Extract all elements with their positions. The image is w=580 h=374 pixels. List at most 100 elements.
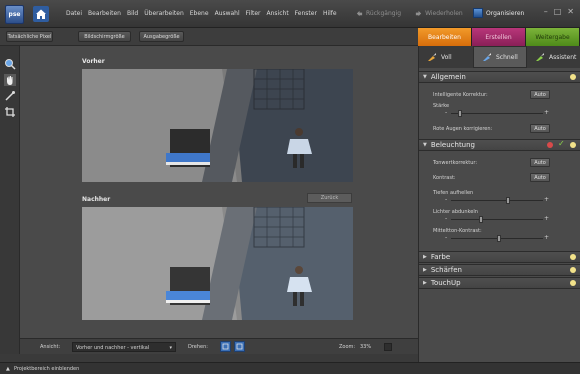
mode-full-label: Voll — [441, 53, 452, 61]
menu-item-bild[interactable]: Bild — [127, 10, 138, 17]
menu-item-ebene[interactable]: Ebene — [190, 10, 209, 17]
brush-icon — [428, 53, 436, 61]
slider-minus-icon: - — [445, 109, 448, 116]
slider-plus-icon: + — [543, 215, 549, 222]
menu-item-fenster[interactable]: Fenster — [295, 10, 317, 17]
chevron-down-icon: ▾ — [169, 345, 172, 351]
smart-fix-auto-button[interactable]: Auto — [530, 90, 550, 99]
restore-icon[interactable]: □ — [554, 7, 562, 16]
before-label: Vorher — [82, 58, 105, 65]
quick-fix-icon — [483, 53, 491, 61]
minimize-icon[interactable]: – — [544, 7, 548, 16]
status-bar: ▲ Projektbereich einblenden — [0, 362, 580, 374]
section-lighting-title: Beleuchtung — [430, 141, 476, 149]
toolbox — [0, 46, 20, 362]
rotate-left-icon[interactable] — [220, 341, 231, 352]
mode-quick-label: Schnell — [496, 53, 518, 61]
levels-auto-button[interactable]: Auto — [530, 158, 550, 167]
red-eye-label: Rote Augen korrigieren: — [433, 126, 493, 132]
amount-slider[interactable]: - + — [445, 109, 549, 117]
print-size-button[interactable]: Ausgabegröße — [139, 31, 184, 42]
triangle-up-icon[interactable]: ▲ — [6, 366, 10, 372]
quick-selection-tool-icon[interactable] — [4, 90, 16, 102]
section-touchup-header[interactable]: ▶ TouchUp — [419, 277, 580, 289]
rotate-label: Drehen: — [188, 344, 208, 350]
zoom-label: Zoom: — [339, 344, 356, 350]
hand-tool-icon[interactable] — [4, 74, 16, 86]
window-controls: – □ ✕ — [544, 7, 574, 16]
section-lighting-header[interactable]: ▼ Beleuchtung — [419, 139, 580, 151]
slider-plus-icon: + — [543, 109, 549, 116]
mode-quick[interactable]: Schnell — [473, 46, 527, 68]
zoom-value[interactable]: 33% — [360, 344, 371, 350]
slider-knob[interactable] — [505, 197, 510, 204]
slider-track — [451, 113, 543, 114]
rotate-right-icon[interactable] — [234, 341, 245, 352]
slider-knob[interactable] — [496, 235, 501, 242]
guided-icon — [536, 53, 544, 61]
zoom-slider-button[interactable] — [384, 343, 392, 351]
tip-bulb-icon[interactable] — [570, 74, 576, 80]
slider-knob[interactable] — [458, 110, 463, 117]
crop-tool-icon[interactable] — [4, 106, 16, 118]
section-sharpen-header[interactable]: ▶ Schärfen — [419, 264, 580, 276]
red-eye-auto-button[interactable]: Auto — [530, 124, 550, 133]
after-photo[interactable] — [82, 207, 353, 320]
menu-item-hilfe[interactable]: Hilfe — [323, 10, 337, 17]
section-color-header[interactable]: ▶ Farbe — [419, 251, 580, 263]
commit-check-icon[interactable]: ✓ — [558, 139, 565, 148]
project-bin-toggle[interactable]: Projektbereich einblenden — [14, 366, 79, 372]
organizer-icon — [473, 8, 483, 18]
collapsed-triangle-icon: ▶ — [423, 267, 427, 273]
tip-bulb-icon[interactable] — [570, 142, 576, 148]
cancel-icon[interactable] — [547, 142, 553, 148]
view-label: Ansicht: — [40, 344, 61, 350]
menu-item-datei[interactable]: Datei — [66, 10, 82, 17]
organize-button[interactable]: Organisieren — [473, 8, 524, 18]
smart-fix-label: Intelligente Korrektur: — [433, 92, 488, 98]
menu-item-auswahl[interactable]: Auswahl — [215, 10, 240, 17]
actual-pixels-button[interactable]: Tatsächliche Pixel — [6, 31, 53, 42]
expanded-triangle-icon: ▼ — [423, 74, 427, 80]
menu-item-filter[interactable]: Filter — [246, 10, 261, 17]
home-icon[interactable] — [33, 6, 49, 22]
after-label: Nachher — [82, 196, 111, 203]
close-icon[interactable]: ✕ — [567, 7, 574, 16]
fit-screen-button[interactable]: Bildschirmgröße — [78, 31, 131, 42]
lighten-shadows-slider[interactable]: - + — [445, 196, 549, 204]
slider-knob[interactable] — [479, 216, 484, 223]
tip-bulb-icon[interactable] — [570, 280, 576, 286]
after-photo-image — [82, 207, 353, 320]
adjustments-panel: Voll Schnell Assistent ▼ Allgemein Intel… — [418, 46, 580, 362]
section-general-header[interactable]: ▼ Allgemein — [419, 71, 580, 83]
main-menu: Datei Bearbeiten Bild Überarbeiten Ebene… — [66, 10, 337, 17]
collapsed-triangle-icon: ▶ — [423, 254, 427, 260]
zoom-tool-icon[interactable] — [4, 58, 16, 70]
redo-button[interactable]: Wiederholen — [415, 10, 463, 17]
undo-button[interactable]: Rückgängig — [356, 10, 401, 17]
mode-tabs: Bearbeiten Erstellen Weitergabe — [418, 28, 580, 46]
tab-share[interactable]: Weitergabe — [526, 28, 580, 46]
contrast-auto-button[interactable]: Auto — [530, 173, 550, 182]
tip-bulb-icon[interactable] — [570, 267, 576, 273]
work-area: Vorher Nachher Zurück — [20, 46, 418, 338]
menu-item-ansicht[interactable]: Ansicht — [267, 10, 289, 17]
tab-edit[interactable]: Bearbeiten — [418, 28, 472, 46]
before-photo[interactable] — [82, 69, 353, 182]
reset-button[interactable]: Zurück — [307, 193, 352, 203]
redo-icon — [415, 10, 422, 17]
menu-item-bearbeiten[interactable]: Bearbeiten — [88, 10, 121, 17]
midtone-contrast-label: Mitteltton-Kontrast: — [433, 228, 482, 234]
mode-full[interactable]: Voll — [419, 46, 473, 68]
lighten-shadows-label: Tiefen aufhellen — [433, 190, 474, 196]
midtone-contrast-slider[interactable]: - + — [445, 234, 549, 242]
history-controls: Rückgängig Wiederholen — [356, 10, 463, 17]
organize-label: Organisieren — [486, 9, 525, 17]
mode-guided[interactable]: Assistent — [527, 46, 580, 68]
tab-create[interactable]: Erstellen — [472, 28, 526, 46]
view-select[interactable]: Vorher und nachher - vertikal ▾ — [72, 342, 176, 352]
section-touchup-title: TouchUp — [430, 279, 461, 287]
menu-item-ueberarbeiten[interactable]: Überarbeiten — [144, 10, 184, 17]
darken-highlights-slider[interactable]: - + — [445, 215, 549, 223]
tip-bulb-icon[interactable] — [570, 254, 576, 260]
